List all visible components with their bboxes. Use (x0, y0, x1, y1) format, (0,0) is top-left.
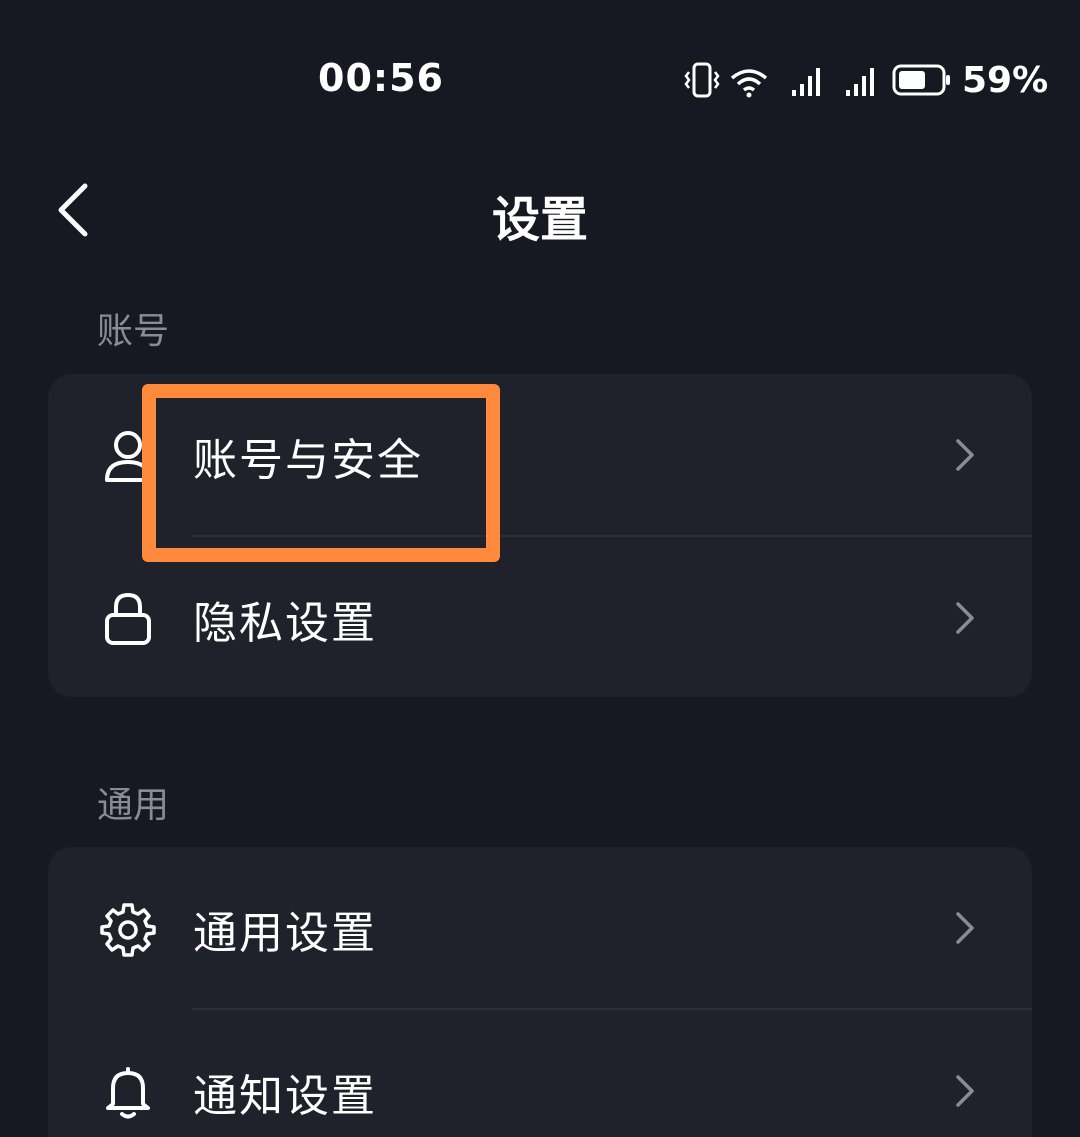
lock-icon (100, 591, 156, 647)
row-privacy-settings[interactable]: 隐私设置 (48, 537, 1032, 697)
wifi-icon (728, 60, 770, 100)
battery-icon (892, 63, 952, 97)
row-account-security[interactable]: 账号与安全 (48, 374, 1032, 536)
section-label-general: 通用 (97, 785, 170, 826)
header: 设置 (0, 150, 1080, 270)
chevron-right-icon (950, 435, 980, 475)
signal-2-icon (834, 60, 880, 100)
chevron-right-icon (950, 598, 980, 638)
vibrate-icon (684, 60, 720, 100)
user-icon (100, 428, 156, 484)
row-label: 通用设置 (193, 908, 377, 959)
row-notification-settings[interactable]: 通知设置 (48, 1010, 1032, 1137)
general-card: 通用设置 通知设置 (48, 847, 1032, 1137)
battery-percent: 59% (962, 59, 1049, 101)
bell-icon (100, 1064, 156, 1120)
row-label: 通知设置 (193, 1071, 377, 1122)
chevron-right-icon (950, 1071, 980, 1111)
settings-screen: 00:56 59% 设置 账号 账号与安全 隐私设置 通用 通用设置 通知设置 (0, 0, 1080, 1137)
row-label: 隐私设置 (193, 598, 377, 649)
account-card: 账号与安全 隐私设置 (48, 374, 1032, 697)
chevron-right-icon (950, 908, 980, 948)
status-bar: 00:56 59% (0, 0, 1080, 150)
signal-1-icon (780, 60, 826, 100)
status-icons: 59% (684, 58, 1048, 102)
gear-icon (100, 901, 156, 957)
row-label: 账号与安全 (193, 435, 423, 486)
section-label-account: 账号 (97, 311, 170, 352)
status-time: 00:56 (318, 56, 444, 100)
row-general-settings[interactable]: 通用设置 (48, 847, 1032, 1009)
page-title: 设置 (491, 192, 588, 248)
